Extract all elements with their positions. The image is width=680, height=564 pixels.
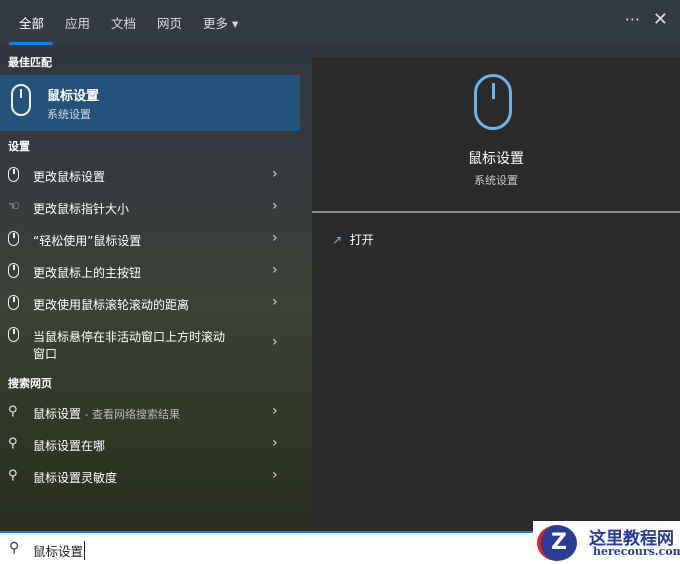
tab-documents[interactable]: 文档	[111, 13, 136, 32]
more-options-button[interactable]: ···	[625, 10, 640, 29]
tab-more[interactable]: 更多 ▾	[203, 13, 238, 32]
web-search-header: 搜索网页	[8, 377, 52, 390]
best-match-header: 最佳匹配	[8, 56, 52, 69]
item-label: 鼠标设置灵敏度	[33, 471, 118, 485]
chevron-right-icon: ›	[272, 334, 278, 350]
preview-subtitle: 系统设置	[474, 174, 518, 187]
filter-tabs: 全部 应用 文档 网页 更多 ▾ ··· ✕	[0, 0, 680, 46]
divider	[312, 211, 680, 213]
settings-item[interactable]: 当鼠标悬停在非活动窗口上方时滚动 窗口 ›	[0, 320, 300, 366]
best-match-title: 鼠标设置	[47, 89, 100, 104]
settings-item[interactable]: 更改鼠标设置 ›	[0, 160, 300, 190]
chevron-right-icon: ›	[272, 294, 278, 310]
logo-icon: Z	[537, 525, 577, 561]
item-label: 鼠标设置 - 查看网络搜索结果	[33, 407, 180, 421]
item-label: 鼠标设置在哪	[33, 439, 106, 453]
chevron-right-icon: ›	[272, 467, 278, 483]
watermark-url: herecours.com	[593, 545, 680, 558]
search-icon: ⚲	[8, 436, 18, 451]
settings-item[interactable]: 更改使用鼠标滚轮滚动的距离 ›	[0, 288, 300, 318]
item-label: 更改鼠标指针大小	[33, 202, 130, 216]
chevron-right-icon: ›	[272, 403, 278, 419]
item-label-line2: 窗口	[33, 347, 58, 361]
mouse-icon	[8, 263, 22, 279]
chevron-right-icon: ›	[272, 230, 278, 246]
chevron-right-icon: ›	[272, 262, 278, 278]
item-label: 更改鼠标设置	[33, 170, 106, 184]
watermark-logo: Z 这里教程网 herecours.com	[533, 521, 680, 564]
open-button[interactable]: ↗ 打开	[332, 231, 374, 248]
settings-header: 设置	[8, 140, 30, 153]
mouse-icon	[8, 167, 22, 183]
best-match-subtitle: 系统设置	[47, 108, 91, 121]
pointer-icon: ☜	[8, 199, 20, 214]
mouse-icon	[11, 84, 31, 116]
web-result-item[interactable]: ⚲ 鼠标设置 - 查看网络搜索结果 ›	[0, 397, 300, 427]
tab-apps[interactable]: 应用	[65, 13, 90, 32]
best-match-item[interactable]: 鼠标设置 系统设置	[0, 75, 300, 131]
chevron-right-icon: ›	[272, 198, 278, 214]
search-icon: ⚲	[8, 404, 18, 419]
mouse-icon	[8, 231, 22, 247]
web-result-item[interactable]: ⚲ 鼠标设置在哪 ›	[0, 429, 300, 459]
mouse-icon	[8, 327, 22, 343]
chevron-right-icon: ›	[272, 166, 278, 182]
settings-item[interactable]: ☜ 更改鼠标指针大小 ›	[0, 192, 300, 222]
mouse-icon	[8, 295, 22, 311]
item-label: 当鼠标悬停在非活动窗口上方时滚动	[33, 330, 226, 344]
chevron-right-icon: ›	[272, 435, 278, 451]
close-button[interactable]: ✕	[653, 9, 668, 30]
search-input[interactable]: 鼠标设置	[33, 541, 86, 560]
search-icon: ⚲	[8, 468, 18, 483]
item-label: 更改使用鼠标滚轮滚动的距离	[33, 298, 190, 312]
preview-panel: 鼠标设置 系统设置 ↗ 打开	[312, 57, 680, 531]
item-label: 更改鼠标上的主按钮	[33, 266, 142, 280]
search-icon: ⚲	[9, 540, 20, 556]
settings-item[interactable]: “轻松使用”鼠标设置 ›	[0, 224, 300, 254]
mouse-icon	[474, 74, 512, 130]
tab-all[interactable]: 全部	[19, 13, 44, 32]
settings-item[interactable]: 更改鼠标上的主按钮 ›	[0, 256, 300, 286]
preview-title: 鼠标设置	[468, 151, 524, 167]
active-tab-indicator	[9, 42, 53, 45]
item-label: “轻松使用”鼠标设置	[33, 234, 142, 248]
tab-web[interactable]: 网页	[157, 13, 182, 32]
web-result-item[interactable]: ⚲ 鼠标设置灵敏度 ›	[0, 461, 300, 491]
open-icon: ↗	[332, 233, 343, 247]
open-label: 打开	[349, 233, 374, 247]
